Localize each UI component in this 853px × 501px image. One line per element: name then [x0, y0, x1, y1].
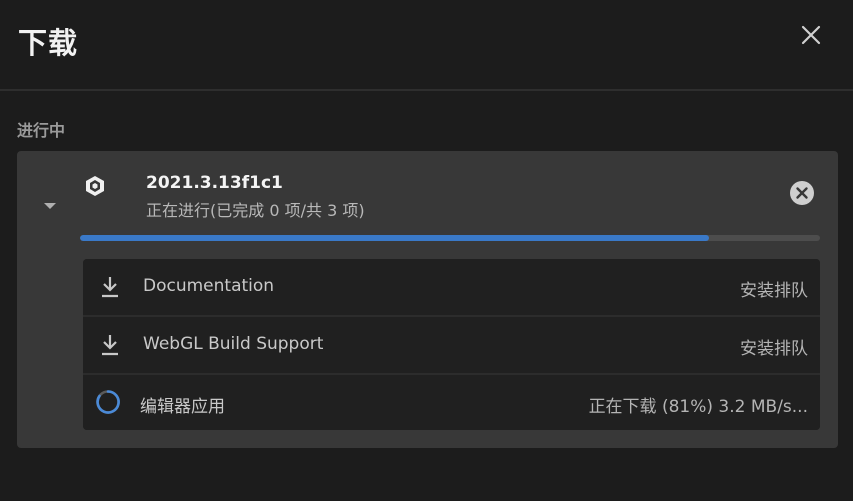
list-item: 编辑器应用 正在下载 (81%) 3.2 MB/s...	[83, 375, 820, 430]
editor-version: 2021.3.13f1c1	[146, 173, 283, 193]
download-icon	[99, 333, 121, 357]
item-status: 安装排队	[740, 281, 808, 301]
item-label: 编辑器应用	[140, 397, 225, 417]
close-icon	[801, 25, 821, 45]
overall-progress-bar	[80, 235, 820, 241]
close-button[interactable]	[796, 20, 826, 50]
component-list: Documentation 安装排队 WebGL Build Support 安…	[83, 259, 820, 430]
dialog-header: 下载	[0, 0, 853, 90]
item-status: 正在下载 (81%) 3.2 MB/s...	[588, 397, 808, 417]
header-divider	[0, 89, 853, 91]
item-label: Documentation	[143, 276, 275, 296]
list-item: WebGL Build Support 安装排队	[83, 317, 820, 373]
progress-fill	[80, 235, 709, 241]
download-card: 2021.3.13f1c1 正在进行(已完成 0 项/共 3 项) Docume…	[17, 151, 838, 448]
download-icon	[99, 275, 121, 299]
chevron-down-icon	[44, 203, 56, 209]
spinner-icon	[95, 389, 121, 415]
item-status: 安装排队	[740, 339, 808, 359]
list-item: Documentation 安装排队	[83, 259, 820, 315]
expand-toggle[interactable]	[43, 196, 57, 209]
cancel-download-button[interactable]	[789, 180, 815, 206]
page-title: 下载	[18, 26, 79, 60]
unity-cube-icon	[83, 174, 107, 198]
section-label-in-progress: 进行中	[17, 121, 66, 140]
item-label: WebGL Build Support	[143, 334, 324, 354]
download-status: 正在进行(已完成 0 项/共 3 项)	[146, 201, 365, 220]
cancel-circle-icon	[790, 181, 814, 205]
